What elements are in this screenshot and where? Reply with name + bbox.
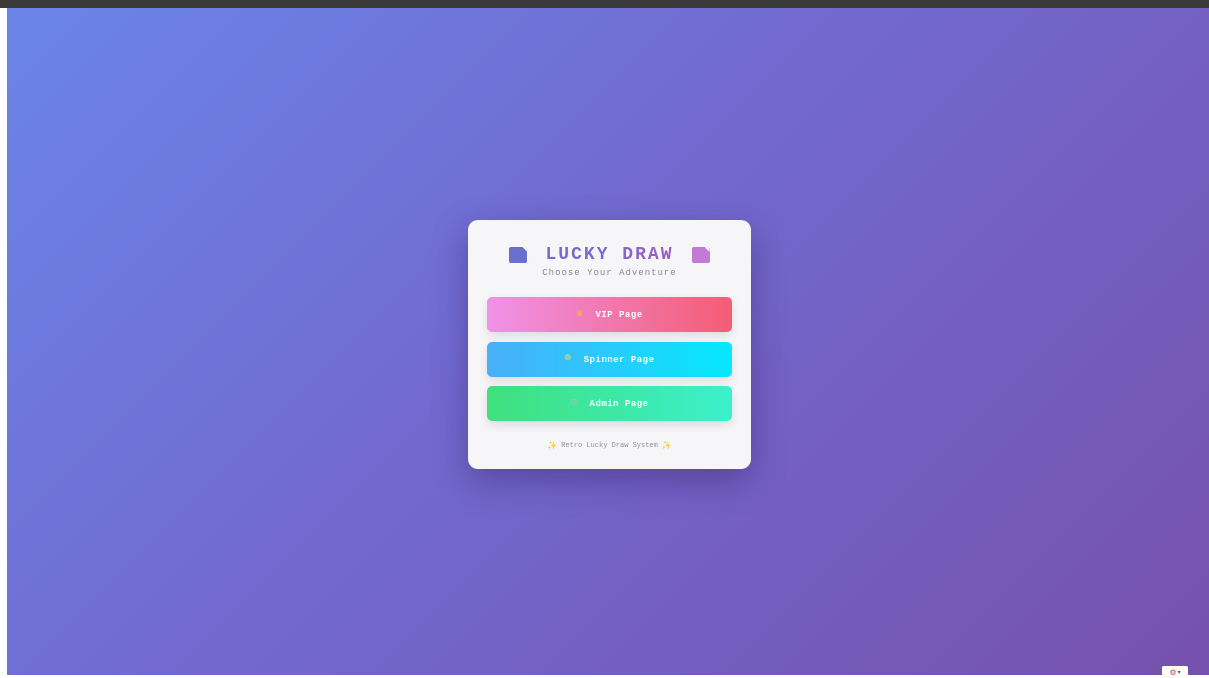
note-icon bbox=[691, 247, 710, 263]
vip-page-label: VIP Page bbox=[595, 309, 643, 320]
menu-card: LUCKY DRAW Choose Your Adventure ♛ VIP P… bbox=[468, 220, 751, 469]
settings-icon: ⚙ bbox=[1169, 667, 1177, 677]
note-icon bbox=[509, 247, 528, 263]
browser-top-bar bbox=[0, 0, 1209, 8]
footer-text: ✨ Retro Lucky Draw System ✨ bbox=[468, 441, 751, 451]
sparkle-icon: ✨ bbox=[661, 442, 672, 451]
page-title: LUCKY DRAW bbox=[545, 245, 674, 265]
sparkle-icon: ✨ bbox=[547, 442, 558, 451]
chevron-down-icon: ▾ bbox=[1177, 668, 1181, 676]
admin-page-button[interactable]: ⚙ Admin Page bbox=[487, 386, 732, 421]
footer-label: Retro Lucky Draw System bbox=[561, 442, 658, 450]
page-subtitle: Choose Your Adventure bbox=[542, 268, 677, 278]
gear-icon: ⚙ bbox=[570, 397, 578, 409]
admin-page-label: Admin Page bbox=[589, 398, 649, 409]
spinner-page-button[interactable]: ☸ Spinner Page bbox=[487, 342, 732, 377]
crown-icon: ♛ bbox=[576, 308, 584, 320]
vip-page-button[interactable]: ♛ VIP Page bbox=[487, 297, 732, 332]
wheel-icon: ☸ bbox=[564, 353, 572, 365]
title-row: LUCKY DRAW bbox=[468, 244, 751, 266]
spinner-page-label: Spinner Page bbox=[583, 354, 655, 365]
settings-widget[interactable]: ⚙ ▾ bbox=[1162, 666, 1188, 678]
page-background: LUCKY DRAW Choose Your Adventure ♛ VIP P… bbox=[7, 8, 1209, 675]
